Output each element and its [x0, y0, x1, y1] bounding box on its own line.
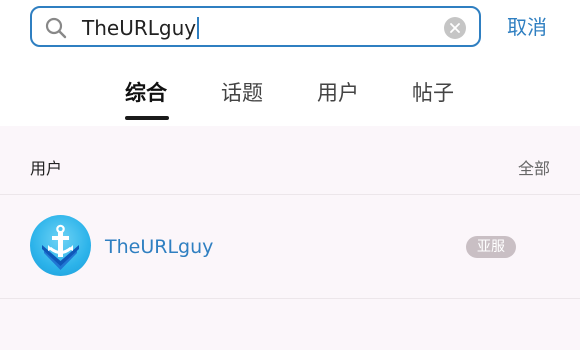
search-input[interactable]: TheURLguy — [30, 6, 481, 47]
text-caret — [197, 17, 200, 39]
section-title: 用户 — [30, 159, 63, 178]
users-section-header: 用户 全部 — [0, 140, 580, 192]
user-name[interactable]: TheURLguy — [105, 235, 213, 259]
search-icon — [45, 17, 67, 39]
divider — [0, 298, 580, 299]
avatar — [30, 215, 91, 276]
tab-bar: 综合 话题 用户 帖子 — [0, 74, 580, 124]
tab-comprehensive[interactable]: 综合 — [125, 79, 167, 107]
clear-icon[interactable] — [444, 17, 466, 39]
cancel-button[interactable]: 取消 — [507, 14, 547, 40]
search-query-text[interactable]: TheURLguy — [82, 16, 200, 40]
list-item[interactable]: TheURLguy 亚服 — [0, 195, 580, 298]
anchor-shield-icon — [42, 224, 79, 270]
tab-posts[interactable]: 帖子 — [412, 79, 454, 107]
view-all-link[interactable]: 全部 — [518, 155, 550, 179]
server-badge: 亚服 — [466, 236, 516, 258]
tab-users[interactable]: 用户 — [317, 79, 359, 107]
tab-topics[interactable]: 话题 — [221, 79, 263, 107]
active-tab-indicator — [125, 116, 169, 120]
